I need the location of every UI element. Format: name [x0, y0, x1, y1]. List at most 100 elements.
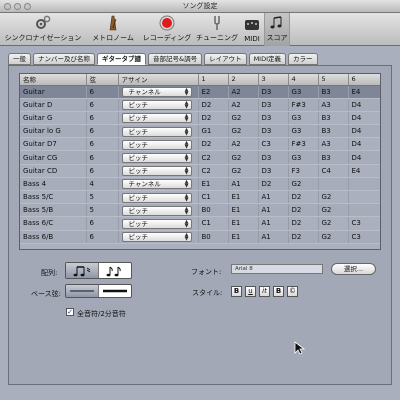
minimize-window-button[interactable] — [14, 3, 21, 10]
thin-line-icon — [69, 290, 94, 292]
column-header-string-2[interactable]: 2 — [228, 74, 259, 86]
tab-guitar-tablature[interactable]: ギタータブ譜 — [97, 53, 146, 65]
tab-clefs-signatures[interactable]: 音部記号&調号 — [148, 53, 203, 65]
zoom-window-button[interactable] — [24, 3, 31, 10]
assign-popup-label: ピッチ — [128, 167, 149, 176]
toolbar-item-midi[interactable]: MIDI — [241, 13, 263, 46]
string-5-cell: G2 — [318, 190, 349, 205]
table-row[interactable]: Guitar G 6 ピッチ ▲ ▼ D2 G2 D3 G3 B3 D4 — [20, 111, 380, 126]
assign-cell: ピッチ ▲ ▼ — [118, 230, 199, 244]
table-row[interactable]: Guitar CG 6 ピッチ ▲ ▼ C2 G2 D3 G3 B3 D4 — [20, 150, 380, 165]
table-row[interactable]: Guitar CD 6 ピッチ ▲ ▼ C2 G2 D3 F3 C4 E4 — [20, 164, 380, 178]
column-header-string-4[interactable]: 4 — [288, 74, 319, 86]
assign-popup[interactable]: ピッチ ▲ ▼ — [121, 153, 192, 164]
popup-arrows-icon: ▲ ▼ — [184, 113, 189, 124]
assign-popup[interactable]: ピッチ ▲ ▼ — [121, 166, 192, 177]
arrangement-option-1[interactable] — [66, 263, 99, 278]
string-5-cell — [318, 177, 349, 192]
bass-line-option-thin[interactable] — [66, 285, 99, 297]
underline-style-button[interactable]: u — [245, 286, 256, 297]
toolbar-item-metronome[interactable]: メトロノーム — [86, 13, 140, 46]
assign-popup[interactable]: ピッチ ▲ ▼ — [121, 192, 192, 203]
assign-popup[interactable]: ピッチ ▲ ▼ — [121, 126, 192, 137]
toolbar-item-tuning[interactable]: チューニング — [194, 13, 240, 46]
font-field: Arial 8 — [231, 264, 323, 274]
table-row[interactable]: Bass 5/C 5 ピッチ ▲ ▼ C1 E1 A1 D2 G2 — [20, 190, 380, 205]
window-controls — [4, 3, 31, 10]
table-row[interactable]: Bass 5/B 5 ピッチ ▲ ▼ B0 E1 A1 D2 G2 — [20, 203, 380, 218]
assign-popup[interactable]: ピッチ ▲ ▼ — [121, 113, 192, 124]
bass-line-option-thick[interactable] — [99, 285, 132, 297]
strings-cell: 6 — [86, 98, 119, 112]
name-cell: Bass 5/C — [20, 190, 87, 205]
assign-popup[interactable]: ピッチ ▲ ▼ — [121, 218, 192, 229]
bass-line-selector — [65, 284, 132, 298]
midi-port-icon — [245, 20, 259, 30]
italic-style-button[interactable]: it — [259, 286, 270, 297]
close-window-button[interactable] — [4, 3, 11, 10]
string-6-cell: D4 — [348, 111, 380, 126]
tab-colors[interactable]: カラー — [288, 53, 318, 65]
circle-style-button[interactable]: © — [287, 286, 298, 297]
string-5-cell: G2 — [318, 203, 349, 218]
assign-popup[interactable]: チャンネル ▲ ▼ — [121, 87, 192, 98]
string-5-cell: B3 — [318, 150, 349, 165]
assign-popup-label: ピッチ — [128, 154, 149, 163]
column-header-string-6[interactable]: 6 — [348, 74, 380, 86]
table-row[interactable]: Guitar lo G 6 ピッチ ▲ ▼ G1 G2 D3 G3 B3 D4 — [20, 124, 380, 139]
tab-midi-meaning[interactable]: MIDI定義 — [248, 53, 287, 65]
tab-general[interactable]: 一般 — [8, 53, 31, 65]
arrangement-option-2[interactable] — [99, 263, 132, 278]
whole-half-notes-checkbox[interactable]: ✓ — [66, 308, 74, 316]
toolbar-item-score[interactable]: スコア — [264, 13, 290, 46]
assign-cell: ピッチ ▲ ▼ — [118, 164, 199, 178]
name-cell: Guitar CD — [20, 164, 87, 178]
string-2-cell: E1 — [228, 216, 259, 231]
strings-cell: 6 — [86, 216, 119, 231]
table-row[interactable]: Bass 6/C 6 ピッチ ▲ ▼ C1 E1 A1 D2 G2 C3 — [20, 216, 380, 231]
column-header-assign[interactable]: アサイン — [118, 74, 199, 86]
column-header-name[interactable]: 名称 — [20, 74, 87, 86]
name-cell: Guitar D7 — [20, 137, 87, 152]
assign-popup[interactable]: チャンネル ▲ ▼ — [121, 179, 192, 190]
outline-style-button[interactable]: B — [273, 286, 284, 297]
mouse-cursor-icon — [294, 341, 306, 355]
string-1-cell: D2 — [198, 98, 229, 112]
bold-style-button[interactable]: B — [231, 286, 242, 297]
strings-cell: 6 — [86, 150, 119, 165]
table-row[interactable]: Bass 6/B 6 ピッチ ▲ ▼ B0 E1 A1 D2 G2 C3 — [20, 230, 380, 244]
music-notes-icon — [270, 16, 282, 29]
string-1-cell: C2 — [198, 164, 229, 178]
column-header-strings[interactable]: 弦 — [86, 74, 119, 86]
column-header-string-1[interactable]: 1 — [198, 74, 229, 86]
assign-popup[interactable]: ピッチ ▲ ▼ — [121, 100, 192, 111]
assign-popup[interactable]: ピッチ ▲ ▼ — [121, 205, 192, 216]
assign-cell: チャンネル ▲ ▼ — [118, 177, 199, 192]
string-2-cell: G2 — [228, 164, 259, 178]
table-row[interactable]: Guitar D7 6 ピッチ ▲ ▼ D2 A2 C3 F#3 A3 D4 — [20, 137, 380, 152]
string-5-cell: B3 — [318, 124, 349, 139]
string-3-cell: D3 — [258, 164, 289, 178]
column-header-string-3[interactable]: 3 — [258, 74, 289, 86]
tablature-table-body: Guitar 6 チャンネル ▲ ▼ E2 A2 D3 G3 B3 E4 Guitar D 6 ピッチ ▲ ▼… — [20, 85, 380, 244]
assign-popup-label: チャンネル — [128, 88, 161, 97]
toolbar-item-recording[interactable]: レコーディング — [141, 13, 193, 46]
toolbar-item-sync[interactable]: シンクロナイゼーション — [2, 13, 84, 46]
assign-popup[interactable]: ピッチ ▲ ▼ — [121, 232, 192, 243]
choose-font-button[interactable]: 選択... — [331, 263, 376, 275]
string-3-cell: C3 — [258, 137, 289, 152]
tab-numbers-names[interactable]: ナンバー及び名称 — [33, 53, 95, 65]
column-header-string-5[interactable]: 5 — [318, 74, 349, 86]
name-cell: Bass 6/B — [20, 230, 87, 244]
table-row[interactable]: Guitar D 6 ピッチ ▲ ▼ D2 A2 D3 F#3 A3 D4 — [20, 98, 380, 112]
table-row[interactable]: Guitar 6 チャンネル ▲ ▼ E2 A2 D3 G3 B3 E4 — [20, 85, 380, 99]
name-cell: Guitar lo G — [20, 124, 87, 139]
string-1-cell: D2 — [198, 137, 229, 152]
table-row[interactable]: Bass 4 4 チャンネル ▲ ▼ E1 A1 D2 G2 — [20, 177, 380, 192]
string-6-cell: C3 — [348, 230, 380, 244]
strings-cell: 6 — [86, 137, 119, 152]
tab-layout[interactable]: レイアウト — [204, 53, 247, 65]
assign-popup[interactable]: ピッチ ▲ ▼ — [121, 139, 192, 150]
string-4-cell: D2 — [288, 190, 319, 205]
font-label: フォント: — [191, 268, 222, 276]
